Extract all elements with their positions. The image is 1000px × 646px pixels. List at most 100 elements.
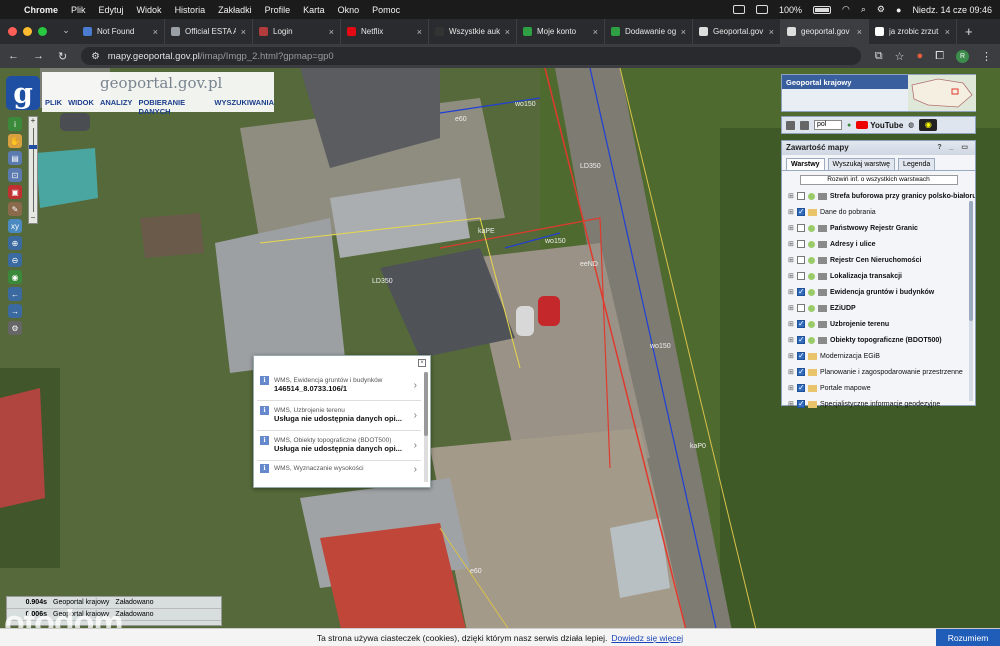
back-icon[interactable]: ← [8,50,19,62]
menu-wyszukiwania[interactable]: WYSZUKIWANIA [214,98,274,116]
cookie-accept-button[interactable]: Rozumiem [936,629,1000,646]
tab-close-icon[interactable]: × [153,27,158,37]
expand-layer-icon[interactable]: ⊞ [788,400,794,408]
layer-row[interactable]: ⊞ Rejestr Cen Nieruchomości [782,252,975,268]
menubar-clock[interactable]: Niedz. 14 cze 09:46 [912,5,992,15]
tab-close-icon[interactable]: × [857,27,862,37]
browser-tab[interactable]: Moje konto × [517,19,605,44]
info-tool-icon[interactable]: i [8,117,22,131]
layer-row[interactable]: ⊞ Portale mapowe [782,380,975,396]
expand-layer-icon[interactable]: ⊞ [788,336,794,344]
menu-widok[interactable]: WIDOK [68,98,94,116]
cast-icon[interactable]: ⧉ [875,50,883,63]
layer-checkbox[interactable] [797,351,805,360]
layer-row[interactable]: ⊞ Uzbrojenie terenu [782,316,975,332]
layer-checkbox[interactable] [797,207,805,216]
menubar-item-karta[interactable]: Karta [303,5,325,15]
draw-tool-icon[interactable]: ✎ [8,202,22,216]
control-center-icon[interactable]: ⚙ [877,4,885,15]
layer-row[interactable]: ⊞ Państwowy Rejestr Granic [782,220,975,236]
help-circle-icon[interactable]: ● [847,122,851,129]
tab-wyszukaj-warstwe[interactable]: Wyszukaj warstwę [827,158,896,170]
browser-menu-icon[interactable]: ⋮ [981,50,992,63]
browser-tab[interactable]: Netflix × [341,19,429,44]
browser-tab[interactable]: ja zrobic zrzut × [869,19,957,44]
layer-row[interactable]: ⊞ Adresy i ulice [782,236,975,252]
layer-row[interactable]: ⊞ Lokalizacja transakcji [782,268,975,284]
zoom-minus-icon[interactable]: − [29,214,37,223]
browser-tab[interactable]: Geoportal.gov × [693,19,781,44]
menubar-item-pomoc[interactable]: Pomoc [372,5,400,15]
expand-layer-icon[interactable]: ⊞ [788,272,794,280]
expand-all-button[interactable]: Rozwiń inf. o wszystkich warstwach [799,175,958,185]
zoom-in-tool-icon[interactable]: ⊕ [8,236,22,250]
expand-layer-icon[interactable]: ⊞ [788,304,794,312]
menu-analizy[interactable]: ANALIZY [100,98,133,116]
reload-icon[interactable]: ↻ [58,50,67,63]
popup-row[interactable]: i WMS, Ewidencja gruntów i budynków 1465… [257,372,421,401]
menu-plik[interactable]: PLIK [45,98,62,116]
layer-checkbox[interactable] [797,335,805,344]
site-info-icon[interactable]: ⚙ [91,51,100,62]
language-select[interactable]: pol [814,120,842,130]
layer-checkbox[interactable] [796,192,805,200]
popup-row[interactable]: i WMS, Uzbrojenie terenu Usługa nie udos… [257,402,421,431]
print-tool-icon[interactable]: ▣ [8,185,22,199]
popup-close-icon[interactable]: × [418,359,426,367]
layer-checkbox[interactable] [797,383,805,392]
expand-layer-icon[interactable]: ⊞ [788,288,794,296]
layer-row[interactable]: ⊞ Ewidencja gruntów i budynków [782,284,975,300]
layers-scrollbar[interactable] [969,201,973,401]
settings-tool-icon[interactable]: ⚙ [8,321,22,335]
display-icon[interactable] [732,5,745,14]
fullscreen-window-icon[interactable] [38,27,47,36]
layer-row[interactable]: ⊞ Planowanie i zagospodarowanie przestrze… [782,364,975,380]
layer-row[interactable]: ⊞ Obiekty topograficzne (BDOT500) [782,332,975,348]
url-bar[interactable]: ⚙ mapy.geoportal.gov.pl/imap/Imgp_2.html… [81,47,861,65]
close-window-icon[interactable] [8,27,17,36]
popup-scrollbar[interactable] [424,372,428,482]
measure-tool-icon[interactable]: ⊡ [8,168,22,182]
menubar-item-widok[interactable]: Widok [137,5,162,15]
layer-checkbox[interactable] [797,319,805,328]
battery-icon[interactable] [813,5,832,14]
youtube-link[interactable]: YouTube [856,121,903,130]
tab-close-icon[interactable]: × [769,27,774,37]
layer-row[interactable]: ⊞ EZiUDP [782,300,975,316]
coordinates-tool-icon[interactable]: xy [8,219,22,233]
menubar-item-historia[interactable]: Historia [175,5,206,15]
layer-row[interactable]: ⊞ Dane do pobrania [782,204,975,220]
browser-tab[interactable]: Dodawanie og × [605,19,693,44]
menu-pobieranie-danych[interactable]: POBIERANIE DANYCH [138,98,208,116]
spotlight-icon[interactable]: ⌕ [861,4,866,15]
tab-search-icon[interactable]: ⌄ [59,25,73,39]
tab-close-icon[interactable]: × [945,27,950,37]
pan-hand-icon[interactable]: ✋ [8,134,22,148]
layer-row[interactable]: ⊞ Specjalistyczne informacje geodezyjne [782,396,975,412]
panel-tool-icon[interactable] [786,120,795,130]
layer-checkbox[interactable] [797,224,805,232]
siri-icon[interactable]: ● [896,5,901,15]
bookmark-star-icon[interactable]: ☆ [895,50,905,63]
expand-layer-icon[interactable]: ⊞ [788,256,794,264]
full-extent-icon[interactable]: ◉ [8,270,22,284]
menubar-item-edytuj[interactable]: Edytuj [99,5,124,15]
browser-tab[interactable]: Login × [253,19,341,44]
layer-checkbox[interactable] [797,367,805,376]
wifi-icon[interactable]: ◠ [842,4,850,15]
menubar-item-zakladki[interactable]: Zakładki [218,5,252,15]
layer-checkbox[interactable] [797,304,805,312]
new-tab-button[interactable]: + [965,24,973,39]
extensions-puzzle-icon[interactable]: ⧠ [935,50,944,63]
expand-layer-icon[interactable]: ⊞ [788,320,794,328]
zoom-plus-icon[interactable]: + [29,117,37,126]
menubar-item-okno[interactable]: Okno [338,5,360,15]
zoom-knob[interactable] [29,145,37,149]
keyboard-icon[interactable] [755,5,768,14]
layer-checkbox[interactable] [797,256,805,264]
menubar-item-profile[interactable]: Profile [265,5,291,15]
profile-avatar[interactable]: R [956,49,969,63]
extension-icon[interactable]: ● [917,50,924,62]
popup-row[interactable]: i WMS, Wyznaczanie wysokości › [257,460,421,484]
expand-layer-icon[interactable]: ⊞ [788,384,794,392]
